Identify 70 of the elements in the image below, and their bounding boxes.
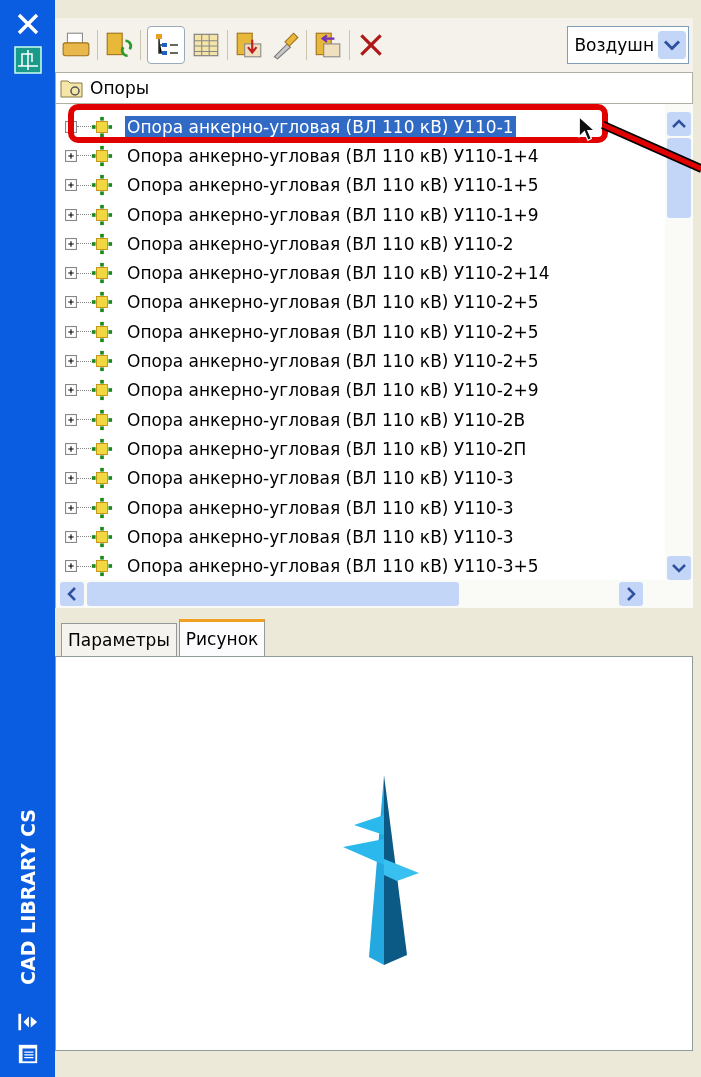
expand-icon[interactable] (65, 325, 77, 338)
tree-item[interactable]: Опора анкерно-угловая (ВЛ 110 кВ) У110-2+5 (125, 350, 541, 372)
tree-item[interactable]: Опора анкерно-угловая (ВЛ 110 кВ) У110-2П (125, 437, 529, 460)
auto-hide-icon[interactable] (16, 1011, 39, 1033)
tower-block-icon (91, 291, 113, 314)
tower-block-icon (91, 408, 113, 431)
database-refresh-icon[interactable] (104, 30, 134, 60)
tower-block-icon (91, 350, 113, 372)
expand-icon[interactable] (65, 179, 77, 192)
tower-block-icon (91, 232, 113, 255)
expand-icon[interactable] (65, 355, 77, 367)
mouse-cursor-icon (578, 116, 596, 142)
tower-block-icon (91, 496, 113, 519)
tree-item[interactable]: Опора анкерно-угловая (ВЛ 110 кВ) У110-3 (125, 467, 516, 490)
sidebar-title: CAD LIBRARY CS (16, 809, 39, 985)
folder-icon (60, 77, 84, 99)
tree-item[interactable]: Опора анкерно-угловая (ВЛ 110 кВ) У110-2+5 (125, 320, 541, 343)
block-library-icon[interactable] (13, 46, 42, 74)
tower-block-icon (91, 174, 113, 197)
folder-label: Опоры (90, 78, 150, 98)
tree-item[interactable]: Опора анкерно-угловая (ВЛ 110 кВ) У110-1+5 (125, 174, 541, 197)
expand-icon[interactable] (65, 530, 77, 543)
tab[interactable]: Параметры (61, 623, 177, 656)
expand-icon[interactable] (65, 413, 77, 426)
tower-block-icon (91, 555, 113, 578)
tree-item[interactable]: Опора анкерно-угловая (ВЛ 110 кВ) У110-3 (125, 525, 516, 548)
expand-icon[interactable] (65, 384, 77, 397)
expand-icon[interactable] (65, 149, 77, 162)
expand-icon[interactable] (65, 208, 77, 221)
dropdown-caret-icon[interactable] (658, 30, 686, 60)
tree-item[interactable]: Опора анкерно-угловая (ВЛ 110 кВ) У110-2+14 (125, 262, 552, 285)
expand-icon[interactable] (65, 296, 77, 309)
tab[interactable]: Рисунок (178, 619, 266, 656)
category-dropdown[interactable]: Воздушн (567, 26, 689, 64)
tower-block-icon (91, 379, 113, 402)
scroll-right-icon[interactable] (619, 582, 643, 606)
expand-icon[interactable] (65, 237, 77, 250)
tree-item[interactable]: Опора анкерно-угловая (ВЛ 110 кВ) У110-3+5 (125, 555, 541, 578)
scroll-thumb[interactable] (87, 582, 459, 606)
tower-block-icon (91, 320, 113, 343)
close-icon[interactable] (15, 12, 40, 36)
properties-icon[interactable] (16, 1043, 39, 1065)
tree-item[interactable]: Опора анкерно-угловая (ВЛ 110 кВ) У110-2+9 (125, 379, 541, 402)
tower-block-icon (91, 467, 113, 490)
tree-item[interactable]: Опора анкерно-угловая (ВЛ 110 кВ) У110-2 (125, 232, 516, 255)
expand-icon[interactable] (65, 267, 77, 280)
expand-icon[interactable] (65, 501, 77, 514)
expand-icon[interactable] (65, 472, 77, 485)
tree-item[interactable]: Опора анкерно-угловая (ВЛ 110 кВ) У110-1+9 (125, 203, 541, 226)
horizontal-scrollbar[interactable] (56, 580, 693, 608)
tree-item[interactable]: Опора анкерно-угловая (ВЛ 110 кВ) У110-2+5 (125, 291, 541, 314)
tower-block-icon (91, 115, 113, 138)
tree-item[interactable]: Опора анкерно-угловая (ВЛ 110 кВ) У110-2В (125, 408, 528, 431)
export-icon[interactable] (313, 30, 343, 60)
tree-item[interactable]: Опора анкерно-угловая (ВЛ 110 кВ) У110-1+4 (125, 144, 541, 167)
vertical-scrollbar[interactable] (665, 104, 693, 580)
expand-icon[interactable] (65, 442, 77, 455)
tower-block-icon (91, 203, 113, 226)
tree-item[interactable]: Опора анкерно-угловая (ВЛ 110 кВ) У110-3 (125, 496, 516, 519)
tower-block-icon (91, 262, 113, 285)
scroll-up-icon[interactable] (667, 112, 691, 136)
expand-icon[interactable] (65, 560, 77, 573)
tree-view-button[interactable] (147, 26, 185, 64)
import-icon[interactable] (234, 30, 264, 60)
scroll-left-icon[interactable] (60, 582, 84, 606)
tower-block-icon (91, 525, 113, 548)
tower-block-icon (91, 437, 113, 460)
tree-item[interactable]: Опора анкерно-угловая (ВЛ 110 кВ) У110-1 (125, 115, 516, 138)
tower-block-icon (91, 144, 113, 167)
scroll-down-icon[interactable] (667, 556, 691, 580)
